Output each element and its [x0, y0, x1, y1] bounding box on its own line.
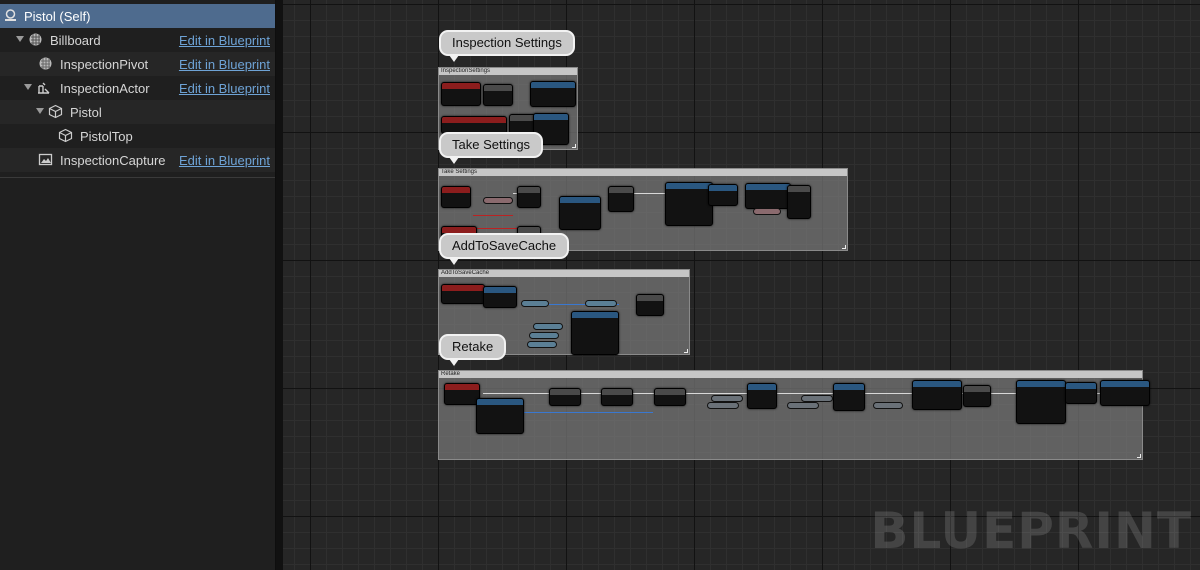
- function-node[interactable]: [787, 185, 811, 219]
- expand-arrow-icon[interactable]: [36, 108, 44, 114]
- panel-splitter[interactable]: [276, 0, 283, 570]
- event-node[interactable]: [444, 383, 480, 405]
- variable-node[interactable]: [873, 402, 903, 409]
- comment-bubble[interactable]: AddToSaveCache: [439, 233, 570, 265]
- edit-in-blueprint-link[interactable]: Edit in Blueprint: [179, 81, 270, 96]
- data-wire: [473, 228, 518, 229]
- function-node[interactable]: [608, 186, 634, 212]
- component-label: InspectionCapture: [60, 153, 166, 168]
- component-label: InspectionPivot: [60, 57, 149, 72]
- component-row-pistol[interactable]: Pistol: [0, 100, 275, 124]
- component-row-pistol-top[interactable]: PistolTop: [0, 124, 275, 148]
- component-label: InspectionActor: [60, 81, 150, 96]
- component-label: PistolTop: [80, 129, 133, 144]
- data-wire: [523, 412, 653, 413]
- expand-arrow-icon[interactable]: [16, 36, 24, 42]
- variable-node[interactable]: [787, 402, 819, 409]
- function-node[interactable]: [1100, 380, 1150, 406]
- variable-node[interactable]: [707, 402, 739, 409]
- component-row-billboard[interactable]: Billboard Edit in Blueprint: [0, 28, 275, 52]
- function-node[interactable]: [636, 294, 664, 316]
- variable-node[interactable]: [527, 341, 557, 348]
- variable-node[interactable]: [533, 323, 563, 330]
- function-node[interactable]: [665, 182, 713, 226]
- function-node[interactable]: [747, 383, 777, 409]
- comment-header: InspectionSettings: [439, 68, 577, 75]
- component-row-inspection-capture[interactable]: InspectionCapture Edit in Blueprint: [0, 148, 275, 172]
- function-node[interactable]: [483, 84, 513, 106]
- function-node[interactable]: [530, 81, 576, 107]
- data-wire: [473, 215, 513, 216]
- function-node[interactable]: [708, 184, 738, 206]
- static-mesh-icon: [58, 128, 73, 143]
- function-node[interactable]: [549, 388, 581, 406]
- child-actor-icon: [36, 80, 51, 95]
- resize-grip-icon[interactable]: [684, 349, 688, 353]
- variable-node[interactable]: [529, 332, 559, 339]
- event-node[interactable]: [441, 284, 485, 304]
- component-row-inspection-pivot[interactable]: InspectionPivot Edit in Blueprint: [0, 52, 275, 76]
- event-node[interactable]: [441, 82, 481, 106]
- scene-capture-icon: [38, 152, 53, 167]
- edit-in-blueprint-link[interactable]: Edit in Blueprint: [179, 153, 270, 168]
- function-node[interactable]: [483, 286, 517, 308]
- comment-bubble[interactable]: Take Settings: [439, 132, 544, 164]
- function-node[interactable]: [559, 196, 601, 230]
- component-row-self[interactable]: Pistol (Self): [0, 4, 275, 28]
- component-label: Pistol (Self): [24, 9, 91, 24]
- comment-bubble[interactable]: Retake: [439, 334, 507, 366]
- event-node[interactable]: [441, 186, 471, 208]
- tree-divider: [0, 177, 275, 178]
- function-node[interactable]: [963, 385, 991, 407]
- function-node[interactable]: [517, 186, 541, 208]
- function-node[interactable]: [745, 183, 791, 209]
- component-label: Billboard: [50, 33, 101, 48]
- blueprint-watermark: BLUEPRINT: [870, 502, 1192, 560]
- sphere-icon: [38, 56, 53, 71]
- component-row-inspection-actor[interactable]: InspectionActor Edit in Blueprint: [0, 76, 275, 100]
- function-node[interactable]: [912, 380, 962, 410]
- variable-node[interactable]: [753, 208, 781, 215]
- edit-in-blueprint-link[interactable]: Edit in Blueprint: [179, 57, 270, 72]
- function-node[interactable]: [1065, 382, 1097, 404]
- function-node[interactable]: [1016, 380, 1066, 424]
- expand-arrow-icon[interactable]: [24, 84, 32, 90]
- component-label: Pistol: [70, 105, 102, 120]
- components-panel: Pistol (Self) Billboard Edit in Blueprin…: [0, 0, 276, 570]
- function-node[interactable]: [571, 311, 619, 355]
- function-node[interactable]: [833, 383, 865, 411]
- resize-grip-icon[interactable]: [572, 144, 576, 148]
- function-node[interactable]: [601, 388, 633, 406]
- comment-header: Take Settings: [439, 169, 847, 176]
- resize-grip-icon[interactable]: [842, 245, 846, 249]
- static-mesh-icon: [48, 104, 63, 119]
- edit-in-blueprint-link[interactable]: Edit in Blueprint: [179, 33, 270, 48]
- billboard-icon: [28, 32, 43, 47]
- variable-node[interactable]: [801, 395, 833, 402]
- variable-node[interactable]: [521, 300, 549, 307]
- resize-grip-icon[interactable]: [1137, 454, 1141, 458]
- event-graph-canvas[interactable]: Inspection Settings InspectionSettings T…: [283, 0, 1200, 570]
- variable-node[interactable]: [585, 300, 617, 307]
- variable-node[interactable]: [483, 197, 513, 204]
- comment-bubble[interactable]: Inspection Settings: [439, 30, 575, 62]
- comment-header: AddToSaveCache: [439, 270, 689, 277]
- comment-header: Retake: [439, 371, 1142, 378]
- function-node[interactable]: [476, 398, 524, 434]
- variable-node[interactable]: [711, 395, 743, 402]
- self-icon: [3, 8, 18, 23]
- function-node[interactable]: [654, 388, 686, 406]
